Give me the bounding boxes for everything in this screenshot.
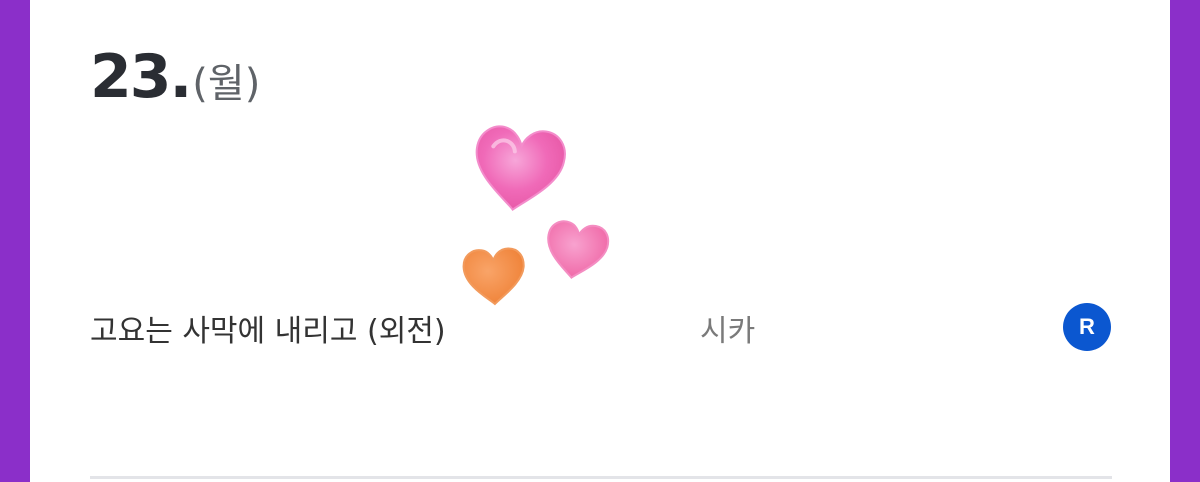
app-frame: 23. (월) 고요는 사막에 내리고 (외전) 시카 R — [0, 0, 1200, 482]
heart-icon — [462, 247, 525, 306]
divider — [90, 476, 1112, 479]
date-number: 23. — [90, 42, 192, 112]
date-weekday: (월) — [192, 61, 261, 107]
date-header: 23. (월) — [90, 42, 260, 112]
heart-icon — [547, 220, 610, 279]
entry-author: 시카 — [700, 314, 756, 349]
entry-title[interactable]: 고요는 사막에 내리고 (외전) — [90, 306, 446, 350]
heart-icon — [475, 125, 566, 212]
rating-badge: R — [1063, 303, 1111, 351]
list-item[interactable]: 고요는 사막에 내리고 (외전) 시카 R — [90, 298, 1111, 354]
day-card: 23. (월) 고요는 사막에 내리고 (외전) 시카 R — [30, 0, 1170, 482]
